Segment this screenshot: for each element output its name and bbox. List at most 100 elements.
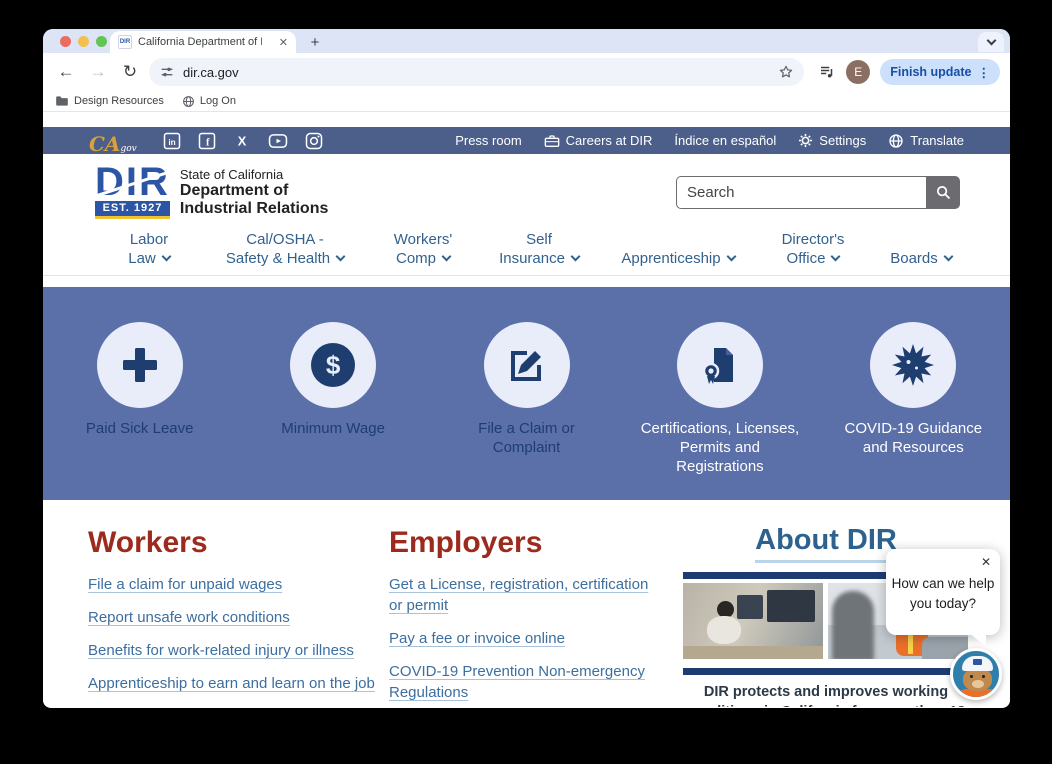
link-get-license-registration[interactable]: Get a License, registration, certificati… bbox=[389, 574, 665, 616]
page-content: CAgov in f X Press room Careers at DIR Í… bbox=[43, 112, 1010, 707]
quick-links-band: Paid Sick Leave $ Minimum Wage File a Cl… bbox=[43, 287, 1010, 500]
nav-boards[interactable]: Boards bbox=[877, 231, 965, 269]
close-window-button[interactable] bbox=[60, 36, 71, 47]
mascot-hardhat-dir-logo bbox=[973, 659, 982, 665]
forward-button[interactable]: → bbox=[85, 62, 111, 82]
nav-label-line2: Office bbox=[786, 250, 826, 268]
chat-bubble[interactable]: ✕ How can we help you today? bbox=[886, 549, 1000, 646]
nav-label-line1: Cal/OSHA - bbox=[246, 231, 324, 249]
site-settings-tune-icon[interactable] bbox=[159, 64, 175, 80]
svg-text:in: in bbox=[168, 137, 175, 146]
press-room-link[interactable]: Press room bbox=[455, 133, 521, 148]
maximize-window-button[interactable] bbox=[96, 36, 107, 47]
link-report-unsafe-conditions[interactable]: Report unsafe work conditions bbox=[88, 607, 410, 628]
quicklink-certifications-licenses[interactable]: Certifications, Licenses, Permits and Re… bbox=[623, 287, 816, 500]
utility-bar: CAgov in f X Press room Careers at DIR Í… bbox=[43, 127, 1010, 154]
quicklink-circle bbox=[96, 322, 183, 408]
quicklink-circle bbox=[483, 322, 570, 408]
facebook-icon[interactable]: f bbox=[198, 132, 216, 150]
link-file-claim-unpaid-wages[interactable]: File a claim for unpaid wages bbox=[88, 574, 410, 595]
finish-update-label: Finish update bbox=[890, 65, 972, 79]
globe-icon bbox=[182, 95, 194, 107]
about-bottom-bar bbox=[683, 668, 969, 675]
bookmark-log-on[interactable]: Log On bbox=[182, 95, 236, 108]
quicklink-circle bbox=[676, 322, 763, 408]
link-apprenticeship-earn-learn[interactable]: Apprenticeship to earn and learn on the … bbox=[88, 673, 410, 694]
link-electrician-certification[interactable]: Electrician Certification and other regi… bbox=[88, 706, 410, 707]
quicklink-label: Minimum Wage bbox=[281, 420, 385, 437]
minimize-window-button[interactable] bbox=[78, 36, 89, 47]
browser-tab[interactable]: DIR California Department of Indu ✕ bbox=[110, 31, 296, 53]
chevron-down-icon bbox=[441, 251, 452, 262]
globe-icon bbox=[889, 133, 903, 148]
nav-self-insurance[interactable]: Self Insurance bbox=[485, 231, 593, 269]
url-text[interactable]: dir.ca.gov bbox=[183, 65, 770, 80]
dir-est-gold-bar bbox=[95, 216, 170, 219]
bookmark-design-resources[interactable]: Design Resources bbox=[55, 95, 164, 107]
link-benefits-injury-illness[interactable]: Benefits for work-related injury or illn… bbox=[88, 640, 410, 661]
tab-search-button[interactable] bbox=[978, 32, 1004, 52]
bookmark-label: Design Resources bbox=[74, 95, 164, 107]
certificate-icon bbox=[702, 348, 733, 384]
photo-desk bbox=[683, 646, 823, 659]
nav-label-line2: Comp bbox=[395, 250, 436, 268]
search-button[interactable] bbox=[926, 175, 960, 209]
dir-logo[interactable]: DIR EST. 1927 State of California Depart… bbox=[92, 162, 328, 219]
agency-name: State of California Department of Indust… bbox=[180, 165, 328, 219]
chevron-down-icon bbox=[570, 251, 581, 262]
dir-bear-mascot-button[interactable] bbox=[950, 648, 1002, 700]
new-tab-button[interactable]: + bbox=[305, 34, 325, 51]
folder-icon bbox=[56, 96, 68, 106]
browser-window: DIR California Department of Indu ✕ + ← … bbox=[43, 29, 1010, 708]
nav-labor-law[interactable]: Labor Law bbox=[103, 231, 195, 269]
tab-close-icon[interactable]: ✕ bbox=[279, 36, 288, 49]
bookmark-label: Log On bbox=[199, 95, 236, 107]
media-controls-icon[interactable] bbox=[818, 63, 836, 81]
nav-label-line2: Boards bbox=[890, 250, 938, 268]
nav-calosha-safety-health[interactable]: Cal/OSHA - Safety & Health bbox=[209, 231, 361, 269]
profile-avatar[interactable]: E bbox=[846, 60, 871, 84]
plus-icon bbox=[122, 348, 157, 382]
dir-favicon: DIR bbox=[118, 35, 132, 49]
photo-person-body bbox=[707, 616, 741, 644]
nav-label-line1 bbox=[607, 231, 749, 250]
finish-update-button[interactable]: Finish update ⋮ bbox=[880, 59, 1000, 85]
mascot-eye bbox=[982, 675, 985, 678]
x-twitter-icon[interactable]: X bbox=[233, 132, 251, 150]
reload-button[interactable]: ↻ bbox=[117, 62, 143, 82]
quicklink-circle: $ bbox=[290, 322, 377, 408]
photo-monitor bbox=[767, 590, 815, 622]
quicklink-covid19-guidance[interactable]: COVID-19 Guidance and Resources bbox=[817, 287, 1010, 500]
search-input[interactable] bbox=[676, 175, 926, 209]
quicklink-paid-sick-leave[interactable]: Paid Sick Leave bbox=[43, 287, 236, 500]
svg-text:X: X bbox=[237, 133, 246, 148]
more-menu-icon[interactable]: ⋮ bbox=[978, 65, 991, 80]
careers-at-dir-link[interactable]: Careers at DIR bbox=[544, 133, 652, 148]
chevron-down-icon bbox=[335, 251, 346, 262]
address-bar[interactable]: dir.ca.gov bbox=[149, 58, 805, 86]
nav-directors-office[interactable]: Director's Office bbox=[763, 231, 863, 269]
toolbar-right-cluster: E Finish update ⋮ bbox=[818, 59, 1000, 85]
nav-label-line1: Director's bbox=[781, 231, 845, 249]
instagram-icon[interactable] bbox=[305, 132, 323, 150]
footer-workers-column: Workers File a claim for unpaid wages Re… bbox=[88, 500, 410, 707]
pencil-square-icon bbox=[510, 351, 541, 381]
workers-heading: Workers bbox=[88, 526, 208, 559]
bookmark-star-icon[interactable] bbox=[778, 64, 794, 80]
link-covid19-prevention-regs[interactable]: COVID-19 Prevention Non-emergency Regula… bbox=[389, 661, 665, 703]
indice-en-espanol-link[interactable]: Índice en español bbox=[674, 133, 776, 148]
back-button[interactable]: ← bbox=[53, 62, 79, 82]
quicklink-file-claim-complaint[interactable]: File a Claim or Complaint bbox=[430, 287, 623, 500]
quicklink-circle bbox=[870, 322, 957, 408]
translate-link[interactable]: Translate bbox=[888, 133, 964, 149]
quicklink-minimum-wage[interactable]: $ Minimum Wage bbox=[236, 287, 429, 500]
ca-gov-logo[interactable]: CAgov bbox=[89, 134, 137, 154]
linkedin-icon[interactable]: in bbox=[163, 132, 181, 150]
nav-apprenticeship[interactable]: Apprenticeship bbox=[607, 231, 749, 269]
nav-workers-comp[interactable]: Workers' Comp bbox=[375, 231, 471, 269]
youtube-icon[interactable] bbox=[268, 132, 288, 150]
masthead: DIR EST. 1927 State of California Depart… bbox=[43, 154, 1010, 230]
link-pay-fee-invoice[interactable]: Pay a fee or invoice online bbox=[389, 628, 665, 649]
close-icon[interactable]: ✕ bbox=[981, 555, 991, 569]
settings-link[interactable]: Settings bbox=[798, 133, 866, 148]
